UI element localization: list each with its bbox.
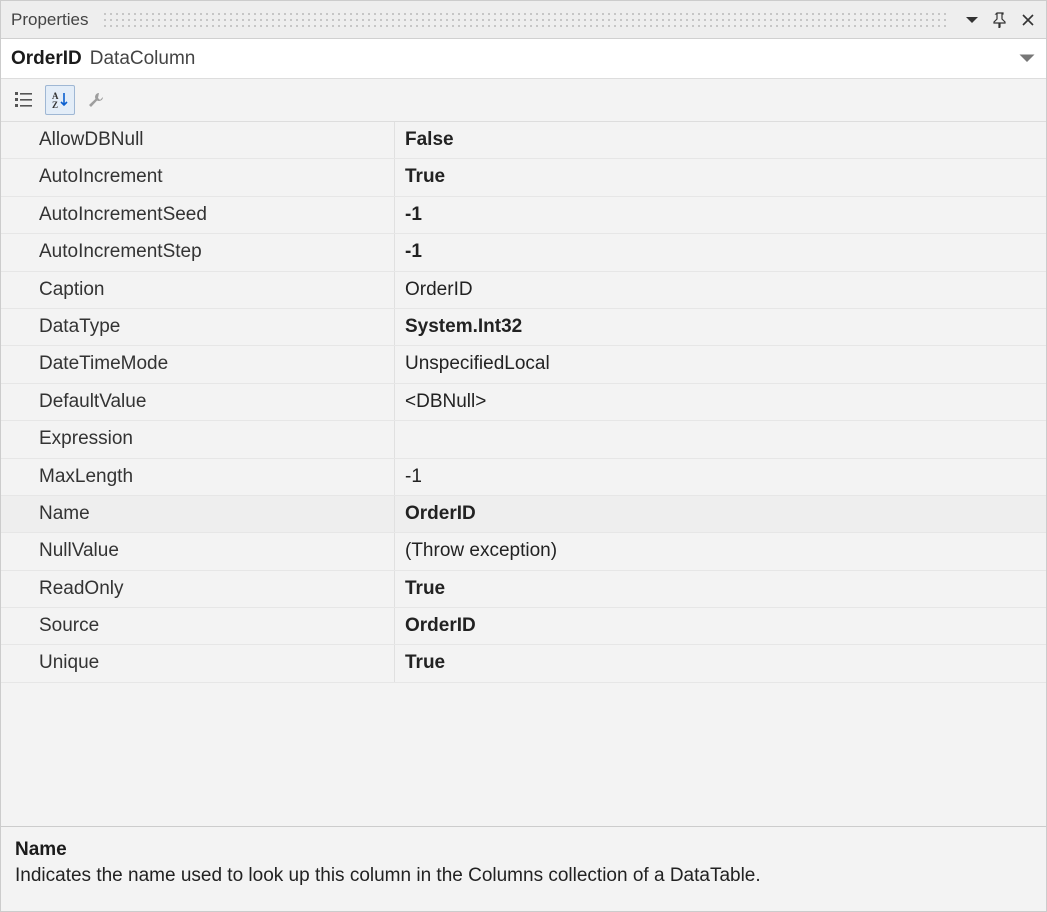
property-name: MaxLength (1, 459, 395, 495)
property-name: AutoIncrementStep (1, 234, 395, 270)
property-row[interactable]: NullValue(Throw exception) (1, 533, 1046, 570)
property-value[interactable]: System.Int32 (395, 309, 1046, 345)
svg-text:Z: Z (52, 100, 58, 110)
window-options-button[interactable] (960, 8, 984, 32)
property-value[interactable]: False (395, 122, 1046, 158)
property-row[interactable]: DateTimeModeUnspecifiedLocal (1, 346, 1046, 383)
property-value[interactable]: OrderID (395, 272, 1046, 308)
pin-icon (992, 12, 1008, 28)
property-row[interactable]: Expression (1, 421, 1046, 458)
property-value[interactable]: (Throw exception) (395, 533, 1046, 569)
alphabetical-icon: A Z (50, 90, 70, 110)
property-name: DefaultValue (1, 384, 395, 420)
property-row[interactable]: DefaultValue<DBNull> (1, 384, 1046, 421)
property-row[interactable]: AutoIncrementSeed-1 (1, 197, 1046, 234)
panel-titlebar: Properties (1, 1, 1046, 39)
property-name: Source (1, 608, 395, 644)
categorized-button[interactable] (9, 85, 39, 115)
property-name: Expression (1, 421, 395, 457)
property-value[interactable]: -1 (395, 234, 1046, 270)
property-row[interactable]: SourceOrderID (1, 608, 1046, 645)
property-value[interactable] (395, 421, 1046, 457)
wrench-icon (86, 90, 106, 110)
property-name: DataType (1, 309, 395, 345)
property-row[interactable]: AutoIncrementTrue (1, 159, 1046, 196)
property-name: ReadOnly (1, 571, 395, 607)
property-pages-button[interactable] (81, 85, 111, 115)
property-name: Unique (1, 645, 395, 681)
property-value[interactable]: True (395, 645, 1046, 681)
property-value[interactable]: OrderID (395, 496, 1046, 532)
property-row[interactable]: MaxLength-1 (1, 459, 1046, 496)
property-value[interactable]: <DBNull> (395, 384, 1046, 420)
alphabetical-button[interactable]: A Z (45, 85, 75, 115)
property-name: Name (1, 496, 395, 532)
description-pane: Name Indicates the name used to look up … (1, 826, 1046, 911)
property-value[interactable]: OrderID (395, 608, 1046, 644)
close-button[interactable] (1016, 8, 1040, 32)
close-icon (1020, 12, 1036, 28)
property-row[interactable]: AllowDBNullFalse (1, 122, 1046, 159)
description-title: Name (15, 839, 1032, 861)
object-dropdown-button[interactable] (1018, 50, 1036, 68)
pin-button[interactable] (988, 8, 1012, 32)
object-selector[interactable]: OrderID DataColumn (1, 39, 1046, 79)
object-type: DataColumn (90, 48, 196, 70)
property-name: NullValue (1, 533, 395, 569)
property-name: Caption (1, 272, 395, 308)
categorized-icon (14, 90, 34, 110)
description-text: Indicates the name used to look up this … (15, 865, 1032, 887)
property-grid[interactable]: AllowDBNullFalseAutoIncrementTrueAutoInc… (1, 122, 1046, 826)
properties-toolbar: A Z (1, 79, 1046, 122)
property-row[interactable]: DataTypeSystem.Int32 (1, 309, 1046, 346)
property-name: DateTimeMode (1, 346, 395, 382)
property-name: AllowDBNull (1, 122, 395, 158)
property-name: AutoIncrementSeed (1, 197, 395, 233)
property-value[interactable]: UnspecifiedLocal (395, 346, 1046, 382)
chevron-down-icon (1018, 50, 1036, 68)
property-row[interactable]: UniqueTrue (1, 645, 1046, 682)
panel-title: Properties (11, 10, 88, 30)
property-value[interactable]: True (395, 571, 1046, 607)
property-row[interactable]: NameOrderID (1, 496, 1046, 533)
property-value[interactable]: True (395, 159, 1046, 195)
panel-gripper[interactable] (102, 11, 950, 29)
object-name: OrderID (11, 48, 82, 70)
property-name: AutoIncrement (1, 159, 395, 195)
property-row[interactable]: CaptionOrderID (1, 272, 1046, 309)
property-row[interactable]: AutoIncrementStep-1 (1, 234, 1046, 271)
chevron-down-icon (964, 12, 980, 28)
property-row[interactable]: ReadOnlyTrue (1, 571, 1046, 608)
property-value[interactable]: -1 (395, 459, 1046, 495)
property-value[interactable]: -1 (395, 197, 1046, 233)
